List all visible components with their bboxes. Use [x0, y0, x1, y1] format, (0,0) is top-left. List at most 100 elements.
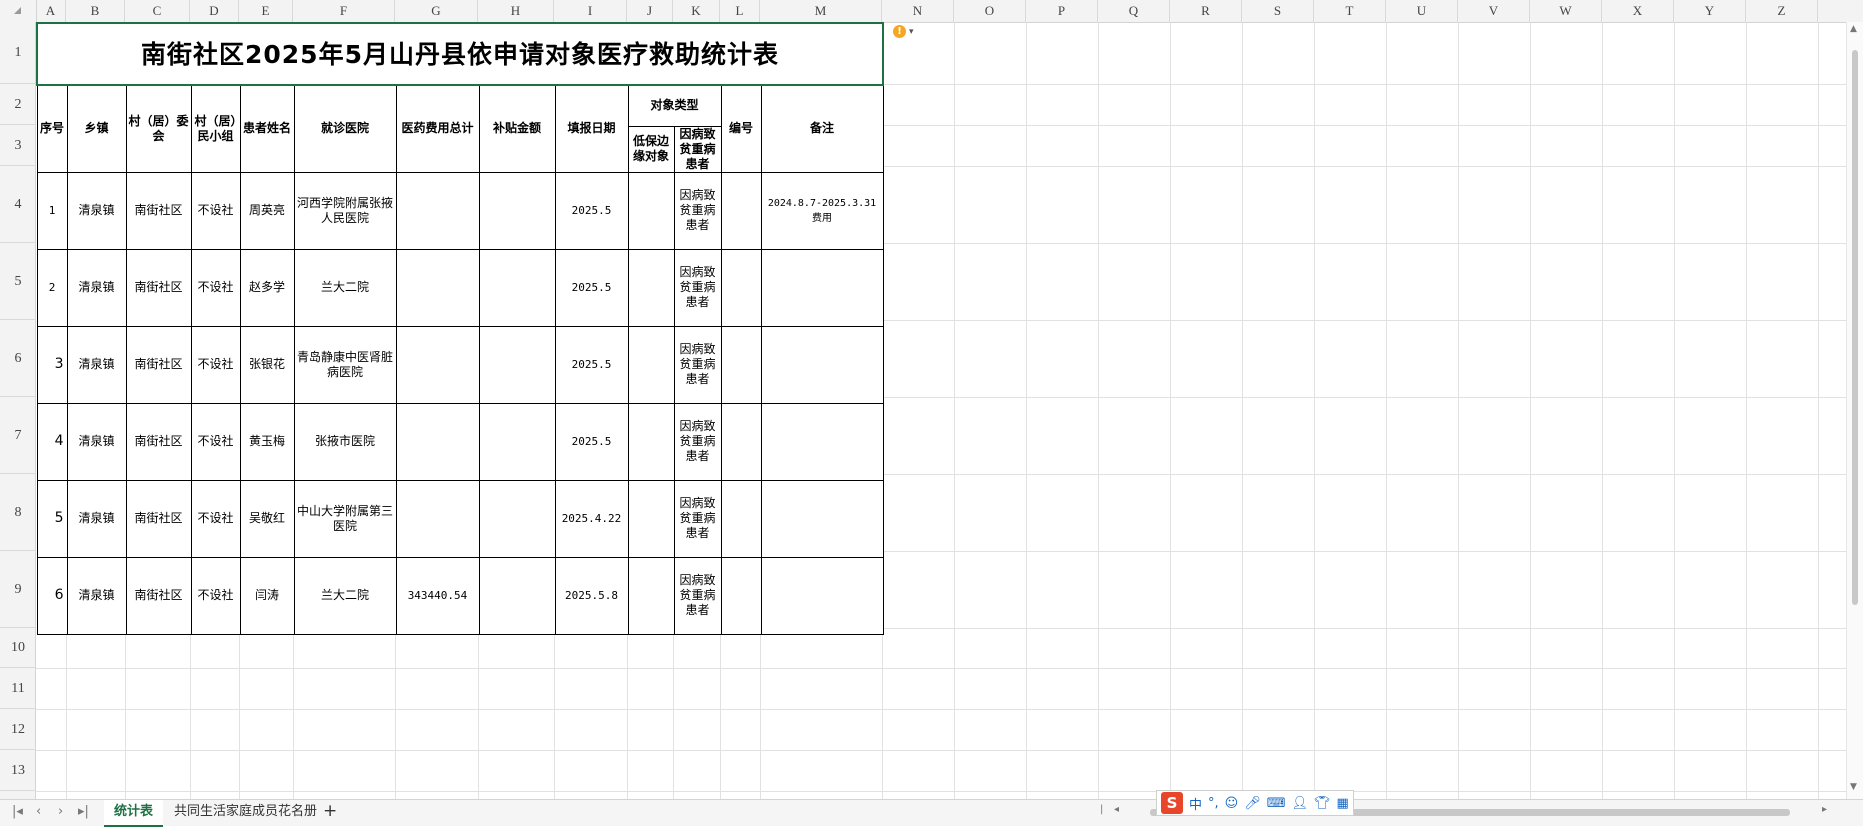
cell-patient[interactable]: 黄玉梅	[239, 402, 295, 481]
row-header-1[interactable]: 1	[0, 22, 36, 84]
cell-type-ill[interactable]: 因病致贫重病患者	[673, 325, 722, 404]
column-header-r[interactable]: R	[1170, 0, 1242, 22]
column-header-u[interactable]: U	[1386, 0, 1458, 22]
hscroll-right-arrow-icon[interactable]: ▸	[1822, 804, 1827, 815]
cell-town[interactable]: 清泉镇	[66, 479, 127, 558]
cell-village[interactable]: 南街社区	[125, 171, 192, 250]
cell-subsidy[interactable]	[478, 479, 556, 558]
chevron-down-icon[interactable]: ▾	[909, 27, 914, 37]
row-header-8[interactable]: 8	[0, 474, 36, 551]
column-header-y[interactable]: Y	[1674, 0, 1746, 22]
cell-town[interactable]: 清泉镇	[66, 171, 127, 250]
tab-family-roster[interactable]: 共同生活家庭成员花名册	[164, 800, 327, 825]
microphone-icon[interactable]: 🎤︎	[1244, 796, 1261, 811]
cell-type-ill[interactable]: 因病致贫重病患者	[673, 556, 722, 635]
header-seq[interactable]: 序号	[36, 84, 68, 173]
cell-town[interactable]: 清泉镇	[66, 325, 127, 404]
column-header-c[interactable]: C	[125, 0, 190, 22]
cell-group[interactable]: 不设社	[190, 171, 241, 250]
cell-code[interactable]	[720, 479, 762, 558]
header-date[interactable]: 填报日期	[554, 84, 629, 173]
cell-type-ill[interactable]: 因病致贫重病患者	[673, 171, 722, 250]
row-header-11[interactable]: 11	[0, 668, 36, 709]
cell-type-low[interactable]	[627, 248, 675, 327]
column-header-o[interactable]: O	[954, 0, 1026, 22]
column-header-k[interactable]: K	[673, 0, 720, 22]
cell-type-ill[interactable]: 因病致贫重病患者	[673, 248, 722, 327]
header-total[interactable]: 医药费用总计	[395, 84, 480, 173]
cell-type-ill[interactable]: 因病致贫重病患者	[673, 402, 722, 481]
cell-total[interactable]: 343440.54	[395, 556, 480, 635]
cell-village[interactable]: 南街社区	[125, 479, 192, 558]
cell-seq[interactable]: 3	[36, 325, 68, 404]
header-village[interactable]: 村（居）委会	[125, 84, 192, 173]
cell-type-low[interactable]	[627, 171, 675, 250]
cell-type-low[interactable]	[627, 479, 675, 558]
header-remark[interactable]: 备注	[760, 84, 884, 173]
row-header-9[interactable]: 9	[0, 551, 36, 628]
cell-group[interactable]: 不设社	[190, 402, 241, 481]
column-header-q[interactable]: Q	[1098, 0, 1170, 22]
scroll-down-icon[interactable]: ▼	[1850, 782, 1857, 792]
cell-subsidy[interactable]	[478, 402, 556, 481]
row-header-13[interactable]: 13	[0, 750, 36, 791]
cell-remark[interactable]	[760, 402, 884, 481]
hscroll-left-icon[interactable]: |	[1100, 804, 1103, 815]
cell-total[interactable]	[395, 171, 480, 250]
row-header-6[interactable]: 6	[0, 320, 36, 397]
cell-patient[interactable]: 赵多学	[239, 248, 295, 327]
cell-total[interactable]	[395, 479, 480, 558]
scroll-up-icon[interactable]: ▲	[1850, 24, 1857, 34]
emoji-icon[interactable]: ☺	[1225, 796, 1239, 811]
cell-village[interactable]: 南街社区	[125, 248, 192, 327]
cell-remark[interactable]: 2024.8.7-2025.3.31费用	[760, 171, 884, 250]
column-header-d[interactable]: D	[190, 0, 239, 22]
cell-village[interactable]: 南街社区	[125, 325, 192, 404]
cell-seq[interactable]: 5	[36, 479, 68, 558]
cell-date[interactable]: 2025.5	[554, 325, 629, 404]
cell-group[interactable]: 不设社	[190, 248, 241, 327]
row-header-2[interactable]: 2	[0, 84, 36, 125]
header-code[interactable]: 编号	[720, 84, 762, 173]
cell-village[interactable]: 南街社区	[125, 556, 192, 635]
cell-subsidy[interactable]	[478, 556, 556, 635]
cell-hospital[interactable]: 兰大二院	[293, 556, 397, 635]
header-group[interactable]: 村（居）民小组	[190, 84, 241, 173]
cell-patient[interactable]: 吴敬红	[239, 479, 295, 558]
header-subsidy[interactable]: 补贴金额	[478, 84, 556, 173]
cell-code[interactable]	[720, 248, 762, 327]
cell-subsidy[interactable]	[478, 171, 556, 250]
vertical-scroll-thumb[interactable]	[1852, 50, 1858, 605]
column-header-i[interactable]: I	[554, 0, 627, 22]
column-header-t[interactable]: T	[1314, 0, 1386, 22]
user-icon[interactable]: 👤︎	[1292, 796, 1309, 811]
select-all-corner[interactable]	[0, 0, 37, 22]
ime-logo-icon[interactable]: S	[1161, 792, 1183, 814]
cell-hospital[interactable]: 兰大二院	[293, 248, 397, 327]
cell-code[interactable]	[720, 556, 762, 635]
cell-total[interactable]	[395, 248, 480, 327]
cell-hospital[interactable]: 张掖市医院	[293, 402, 397, 481]
ime-lang-toggle[interactable]: 中	[1189, 794, 1202, 813]
cell-type-low[interactable]	[627, 402, 675, 481]
cell-town[interactable]: 清泉镇	[66, 402, 127, 481]
sheet-title[interactable]: 南街社区2025年5月山丹县依申请对象医疗救助统计表	[36, 22, 884, 86]
header-hospital[interactable]: 就诊医院	[293, 84, 397, 173]
cell-hospital[interactable]: 青岛静康中医肾脏病医院	[293, 325, 397, 404]
first-sheet-icon[interactable]: |◂	[12, 804, 23, 819]
column-header-j[interactable]: J	[627, 0, 673, 22]
column-header-b[interactable]: B	[66, 0, 125, 22]
row-header-4[interactable]: 4	[0, 166, 36, 243]
header-patient[interactable]: 患者姓名	[239, 84, 295, 173]
cell-code[interactable]	[720, 325, 762, 404]
cell-patient[interactable]: 张银花	[239, 325, 295, 404]
cell-patient[interactable]: 周英亮	[239, 171, 295, 250]
cell-type-low[interactable]	[627, 556, 675, 635]
cell-seq[interactable]: 2	[36, 248, 68, 327]
column-header-m[interactable]: M	[760, 0, 882, 22]
cell-remark[interactable]	[760, 556, 884, 635]
row-header-10[interactable]: 10	[0, 628, 36, 668]
cell-seq[interactable]: 6	[36, 556, 68, 635]
cell-seq[interactable]: 4	[36, 402, 68, 481]
column-header-e[interactable]: E	[239, 0, 293, 22]
